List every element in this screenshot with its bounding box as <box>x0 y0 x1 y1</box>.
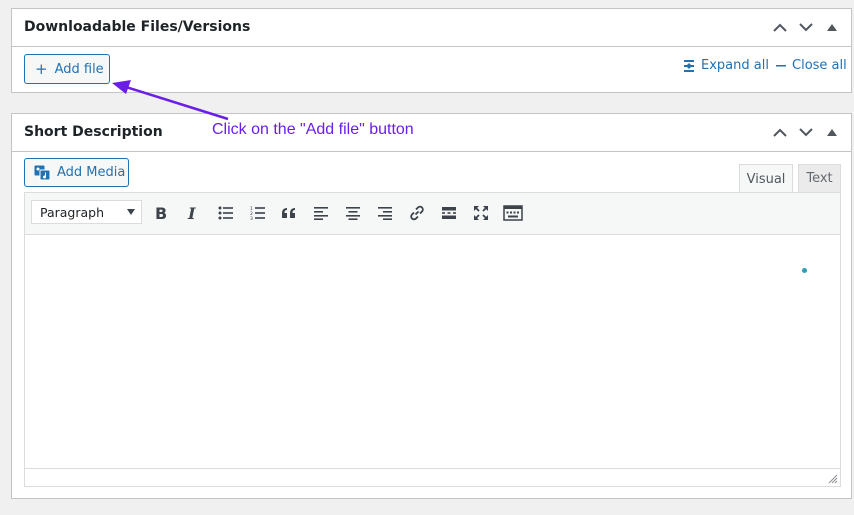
editor-toolbar: Paragraph B I 1 2 3 <box>25 193 840 235</box>
editor: Paragraph B I 1 2 3 <box>24 192 841 487</box>
bold-icon[interactable]: B <box>150 202 172 224</box>
cursor-indicator <box>802 268 807 273</box>
move-down-icon[interactable] <box>793 9 819 45</box>
minus-icon <box>776 64 786 67</box>
numbered-list-icon[interactable]: 1 2 3 <box>247 202 269 224</box>
close-all-label: Close all <box>792 58 847 73</box>
read-more-icon[interactable] <box>438 202 460 224</box>
format-select-value: Paragraph <box>40 204 105 220</box>
panel-title: Short Description <box>24 124 163 140</box>
expand-icon <box>683 59 695 73</box>
fullscreen-icon[interactable] <box>470 202 492 224</box>
toolbar-toggle-icon[interactable] <box>502 202 524 224</box>
add-media-button[interactable]: Add Media <box>24 158 129 187</box>
align-center-icon[interactable] <box>342 202 364 224</box>
plus-icon: + <box>35 59 48 78</box>
italic-icon[interactable]: I <box>182 202 204 224</box>
svg-text:3: 3 <box>250 216 253 220</box>
align-left-icon[interactable] <box>310 202 332 224</box>
expand-all-link[interactable]: Expand all <box>683 58 769 73</box>
close-all-link[interactable]: Close all <box>776 58 847 73</box>
downloadable-files-panel: Downloadable Files/Versions + Add file E… <box>11 8 852 93</box>
editor-statusbar <box>25 468 840 486</box>
blockquote-icon[interactable] <box>278 202 300 224</box>
tab-text[interactable]: Text <box>798 164 841 192</box>
media-icon <box>34 165 51 181</box>
tab-visual[interactable]: Visual <box>739 164 793 193</box>
link-icon[interactable] <box>406 202 428 224</box>
collapse-toggle-icon[interactable] <box>819 114 845 150</box>
add-media-label: Add Media <box>57 165 126 180</box>
add-file-label: Add file <box>54 61 104 77</box>
expand-all-label: Expand all <box>701 58 769 73</box>
align-right-icon[interactable] <box>374 202 396 224</box>
annotation-text: Click on the "Add file" button <box>212 121 414 138</box>
svg-text:B: B <box>155 205 167 221</box>
panel-title: Downloadable Files/Versions <box>24 19 251 35</box>
tab-text-label: Text <box>806 171 833 186</box>
collapse-toggle-icon[interactable] <box>819 9 845 45</box>
add-file-button[interactable]: + Add file <box>24 54 110 84</box>
move-down-icon[interactable] <box>793 114 819 150</box>
panel-controls <box>767 114 845 150</box>
move-up-icon[interactable] <box>767 9 793 45</box>
move-up-icon[interactable] <box>767 114 793 150</box>
svg-text:I: I <box>187 205 196 221</box>
format-select[interactable]: Paragraph <box>31 200 142 224</box>
tab-visual-label: Visual <box>746 171 786 187</box>
panel-header: Downloadable Files/Versions <box>12 9 851 47</box>
bullet-list-icon[interactable] <box>215 202 237 224</box>
panel-controls <box>767 9 845 45</box>
short-description-panel: Short Description Add Media Visual Text … <box>11 113 852 499</box>
resize-handle-icon[interactable] <box>828 474 838 484</box>
editor-content-area[interactable] <box>25 235 840 468</box>
panel-header: Short Description <box>12 114 851 152</box>
dropdown-arrow-icon <box>127 209 135 215</box>
